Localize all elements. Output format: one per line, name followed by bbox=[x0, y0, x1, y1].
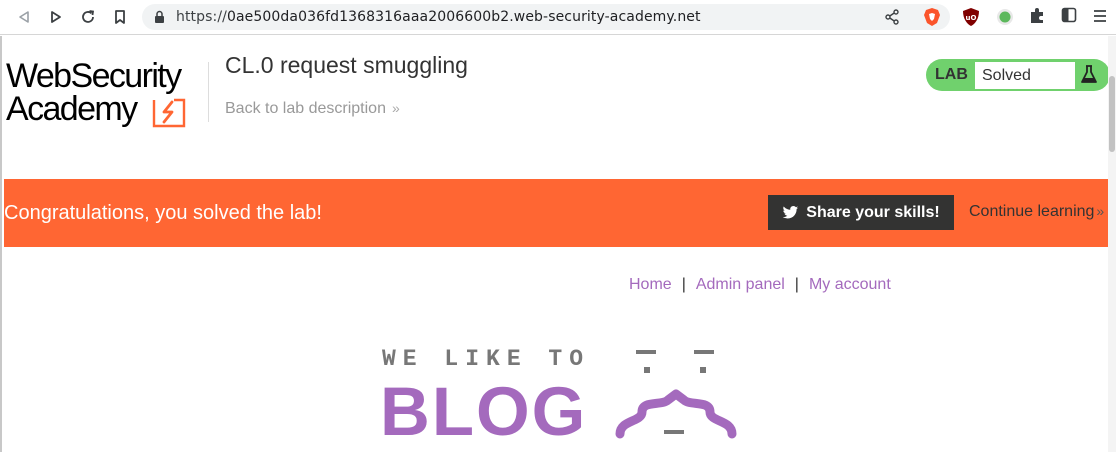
puzzle-icon[interactable] bbox=[1028, 7, 1046, 30]
url-host: 0ae500da036fd1368316aaa2006600b2.web-sec… bbox=[226, 9, 701, 25]
bookmark-icon[interactable] bbox=[108, 6, 132, 28]
congratulations-message: Congratulations, you solved the lab! bbox=[4, 202, 322, 224]
blog-wordmark: BLOG bbox=[380, 373, 588, 450]
continue-learning-label: Continue learning bbox=[969, 203, 1095, 220]
browser-toolbar: https://0ae500da036fd1368316aaa2006600b2… bbox=[0, 0, 1116, 35]
twitter-icon bbox=[783, 205, 799, 218]
forward-icon[interactable] bbox=[44, 6, 68, 28]
nav-home-link[interactable]: Home bbox=[629, 276, 672, 293]
share-button-label: Share your skills! bbox=[806, 203, 940, 221]
sidebar-icon[interactable] bbox=[1061, 7, 1077, 28]
lab-badge: LAB bbox=[935, 66, 968, 83]
svg-text:uO: uO bbox=[966, 14, 977, 22]
page-content: WebSecurity Academy CL.0 request smuggli… bbox=[0, 36, 1110, 452]
lab-status-text: Solved bbox=[982, 67, 1031, 84]
extension-green-icon[interactable] bbox=[996, 8, 1014, 31]
lab-status-value: Solved bbox=[975, 61, 1075, 89]
back-icon[interactable] bbox=[12, 6, 36, 28]
solved-banner: Congratulations, you solved the lab! Sha… bbox=[4, 179, 1110, 247]
web-security-academy-logo[interactable]: WebSecurity Academy bbox=[6, 57, 206, 129]
reload-icon[interactable] bbox=[76, 6, 100, 28]
lock-icon[interactable] bbox=[154, 10, 165, 29]
lab-title: CL.0 request smuggling bbox=[225, 52, 468, 78]
blog-tagline: WE LIKE TO bbox=[382, 346, 591, 372]
academy-logo-mark-icon bbox=[152, 98, 186, 128]
url-bar[interactable]: https://0ae500da036fd1368316aaa2006600b2… bbox=[142, 4, 950, 30]
double-chevron-right-icon: » bbox=[391, 100, 400, 116]
scrollbar-thumb[interactable] bbox=[1109, 76, 1115, 152]
menu-icon[interactable] bbox=[1093, 9, 1107, 28]
blog-logo: WE LIKE TO BLOG bbox=[380, 346, 740, 452]
logo-line-2: Academy bbox=[6, 90, 138, 128]
share-skills-button[interactable]: Share your skills! bbox=[768, 195, 954, 230]
url-scheme: https:// bbox=[176, 9, 227, 25]
nav-my-account-link[interactable]: My account bbox=[809, 276, 891, 293]
blog-nav: Home | Admin panel | My account bbox=[629, 276, 891, 294]
page-scrollbar[interactable] bbox=[1108, 36, 1116, 452]
lab-status-widget: LAB Solved bbox=[926, 59, 1110, 91]
continue-learning-link[interactable]: Continue learning» bbox=[969, 203, 1104, 221]
blog-face-icon bbox=[615, 350, 737, 439]
double-chevron-right-icon: » bbox=[1096, 203, 1105, 219]
flask-icon bbox=[1081, 65, 1097, 83]
back-to-lab-description-link[interactable]: Back to lab description » bbox=[225, 100, 400, 118]
ublock-icon[interactable]: uO bbox=[962, 7, 980, 32]
nav-separator: | bbox=[681, 276, 686, 293]
header-divider bbox=[208, 62, 209, 122]
url-text[interactable]: https://0ae500da036fd1368316aaa2006600b2… bbox=[176, 9, 701, 25]
nav-admin-panel-link[interactable]: Admin panel bbox=[696, 276, 785, 293]
brave-icon[interactable] bbox=[922, 7, 942, 32]
nav-separator: | bbox=[794, 276, 799, 293]
back-link-label: Back to lab description bbox=[225, 100, 386, 117]
share-icon[interactable] bbox=[884, 8, 900, 31]
